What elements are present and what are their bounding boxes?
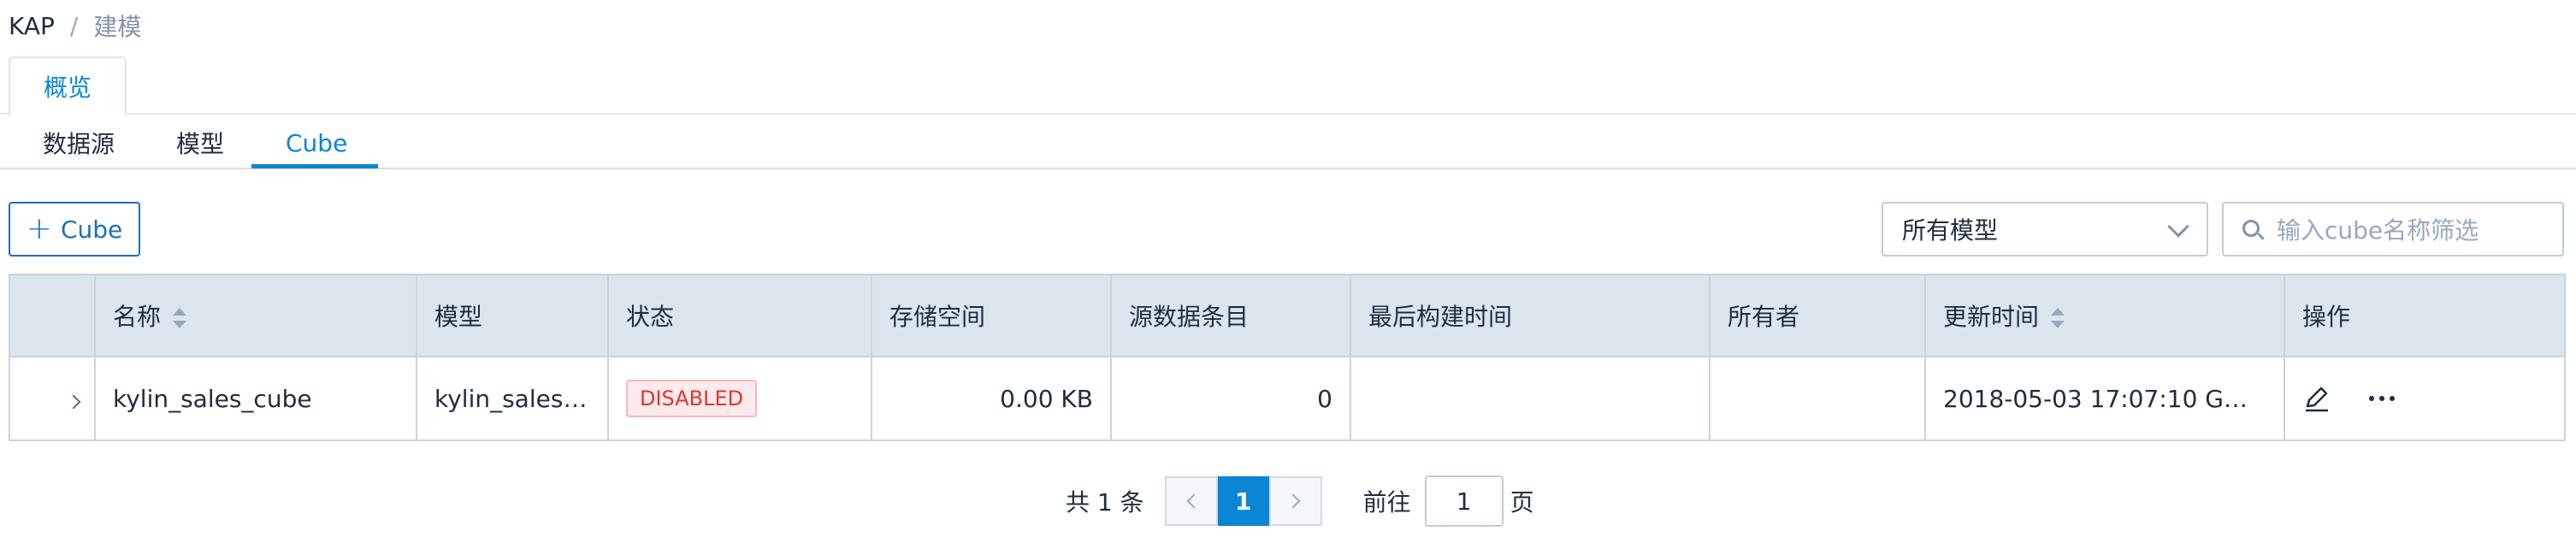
header-owner: 所有者 xyxy=(1709,274,1926,357)
goto-label: 前往 xyxy=(1362,488,1411,516)
expand-cell[interactable] xyxy=(9,356,96,441)
table-header-row: 名称 模型 状态 存储空间 源数据条目 最后构建时间 所有者 更新时间 操作 xyxy=(9,274,2566,357)
model-filter-value: 所有模型 xyxy=(1902,216,1999,245)
tab-cube[interactable]: Cube xyxy=(286,116,347,169)
model-filter-select[interactable]: 所有模型 xyxy=(1882,202,2208,257)
search-icon xyxy=(2242,220,2265,240)
cell-name: kylin_sales_cube xyxy=(94,356,417,441)
sort-icon[interactable] xyxy=(173,308,187,328)
top-tab-bar: 概览 xyxy=(0,56,2576,116)
chevron-left-icon xyxy=(1186,493,1202,509)
goto-suffix: 页 xyxy=(1510,488,1534,516)
tab-overview[interactable]: 概览 xyxy=(9,56,127,116)
sort-icon[interactable] xyxy=(2051,308,2065,328)
add-cube-button[interactable]: + Cube xyxy=(9,202,140,257)
cell-storage: 0.00 KB xyxy=(871,356,1112,441)
cell-status: DISABLED xyxy=(607,356,872,441)
active-tab-indicator xyxy=(251,164,378,168)
edit-icon[interactable] xyxy=(2302,384,2331,413)
tab-datasource[interactable]: 数据源 xyxy=(43,116,115,169)
actions-group xyxy=(2302,384,2547,413)
header-model: 模型 xyxy=(416,274,609,357)
chevron-right-icon[interactable] xyxy=(66,394,81,409)
chevron-down-icon xyxy=(2167,215,2189,238)
tab-model[interactable]: 模型 xyxy=(176,116,224,169)
prev-page-button[interactable] xyxy=(1164,476,1218,526)
plus-icon: + xyxy=(26,211,52,246)
next-page-button[interactable] xyxy=(1268,476,1322,526)
header-last-build-time: 最后构建时间 xyxy=(1350,274,1710,357)
page-number-current[interactable]: 1 xyxy=(1217,476,1269,526)
breadcrumb: KAP / 建模 xyxy=(9,9,141,43)
header-update-time[interactable]: 更新时间 xyxy=(1924,274,2285,357)
header-name-label: 名称 xyxy=(113,303,162,331)
chevron-right-icon xyxy=(1285,493,1301,509)
cube-table: 名称 模型 状态 存储空间 源数据条目 最后构建时间 所有者 更新时间 操作 k… xyxy=(9,274,2566,441)
pagination-total: 共 1 条 xyxy=(1066,488,1144,516)
cell-model: kylin_sales_model xyxy=(416,356,609,441)
sub-tab-bar: 数据源 模型 Cube xyxy=(0,116,2576,169)
breadcrumb-root[interactable]: KAP xyxy=(9,12,55,40)
status-badge: DISABLED xyxy=(626,380,758,417)
breadcrumb-current: 建模 xyxy=(93,13,142,41)
cell-update-time: 2018-05-03 17:07:10 GMT+8 xyxy=(1924,356,2285,441)
table-row: kylin_sales_cube kylin_sales_model DISAB… xyxy=(9,356,2566,441)
cell-source-records: 0 xyxy=(1110,356,1351,441)
header-status: 状态 xyxy=(607,274,872,357)
header-name[interactable]: 名称 xyxy=(94,274,417,357)
add-cube-label: Cube xyxy=(60,215,123,244)
more-icon[interactable] xyxy=(2367,394,2396,403)
header-storage: 存储空间 xyxy=(871,274,1112,357)
header-expand xyxy=(9,274,96,357)
header-update-time-label: 更新时间 xyxy=(1943,303,2040,331)
cube-search-input[interactable]: 输入cube名称筛选 xyxy=(2222,202,2564,257)
pagination: 共 1 条 1 前往 1 页 xyxy=(1066,475,1534,527)
breadcrumb-separator: / xyxy=(69,11,79,40)
cell-last-build-time xyxy=(1350,356,1710,441)
header-actions: 操作 xyxy=(2284,274,2566,357)
cell-actions xyxy=(2284,356,2566,441)
cell-owner xyxy=(1709,356,1926,441)
header-source-records: 源数据条目 xyxy=(1110,274,1351,357)
goto-page-input[interactable]: 1 xyxy=(1424,475,1504,527)
search-placeholder: 输入cube名称筛选 xyxy=(2277,216,2479,245)
